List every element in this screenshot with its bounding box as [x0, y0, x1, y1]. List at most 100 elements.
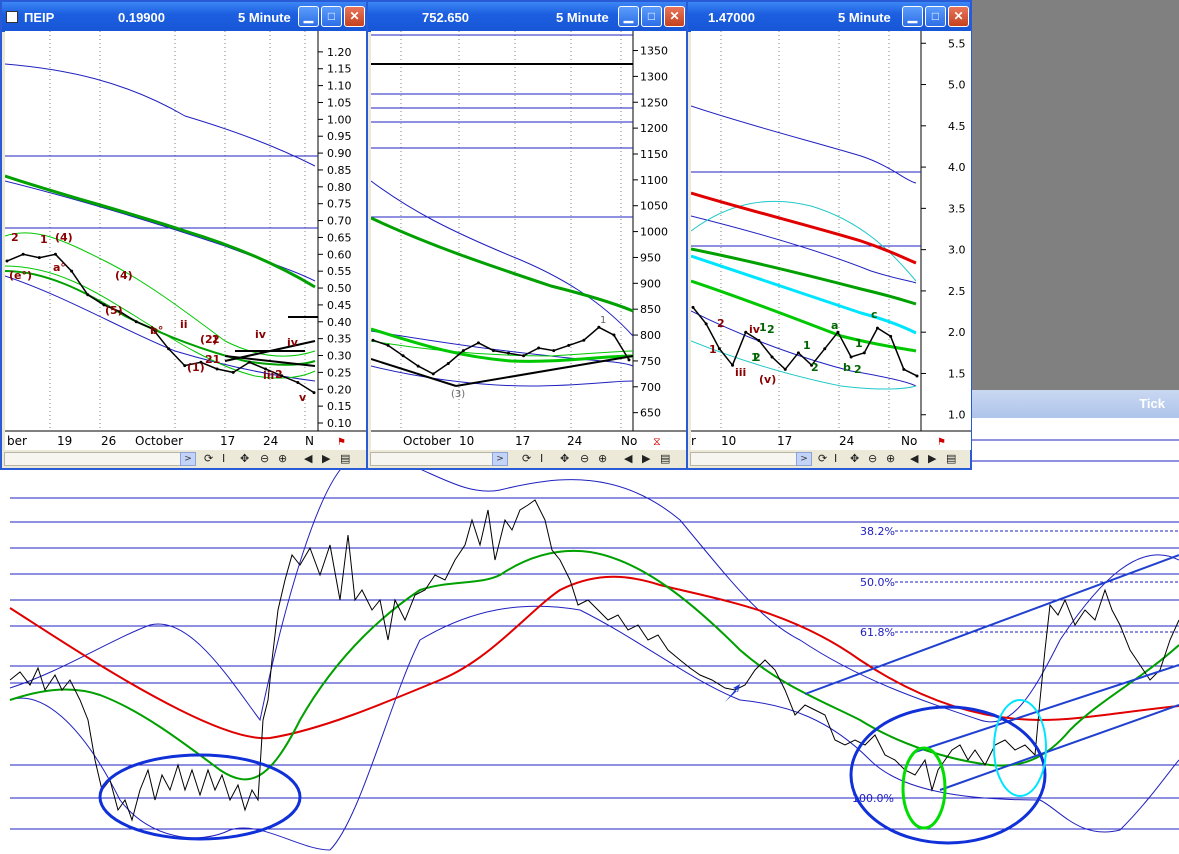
x-tick-label: No	[901, 434, 917, 448]
next-icon[interactable]: ▶	[322, 452, 330, 465]
scroll-right-button[interactable]: >	[180, 452, 196, 466]
main-tick-chart[interactable]: 38.2% 50.0% 61.8% 100.0%	[0, 418, 1179, 854]
window-2-chart[interactable]: 1350 1300 1250 1200 1150 1100 1050 1000 950 900 85…	[371, 31, 687, 450]
prev-icon[interactable]: ◀	[624, 452, 632, 465]
app-icon	[6, 11, 18, 23]
wave-label: v	[299, 391, 307, 404]
grid-icon[interactable]: ▤	[946, 452, 956, 465]
move-icon[interactable]: ✥	[850, 452, 859, 465]
refresh-icon[interactable]: ⟳	[818, 452, 827, 465]
wave-label: 21	[205, 353, 220, 366]
scroll-right-button[interactable]: >	[796, 452, 812, 466]
window-2-timeframe: 5 Minute	[556, 10, 609, 25]
y-tick-label: 1100	[640, 174, 668, 187]
wave-label: c	[871, 308, 878, 321]
y-tick-label: 4.0	[948, 161, 966, 174]
y-tick-label: 1.10	[327, 80, 352, 93]
zoom-in-icon[interactable]: ⊕	[886, 452, 895, 465]
maximize-button[interactable]: □	[321, 6, 342, 27]
y-tick-label: 0.65	[327, 231, 352, 244]
x-tick-label: r	[691, 434, 696, 448]
cursor-icon[interactable]: I	[222, 452, 225, 465]
y-tick-label: 750	[640, 355, 661, 368]
chart-window-1[interactable]: ΠΕΙΡ 0.19900 5 Minute ▁ □ ✕ 1.20 1.15 1.…	[0, 0, 370, 470]
wave-label: (v)	[759, 373, 776, 386]
prev-icon[interactable]: ◀	[304, 452, 312, 465]
chart-window-2[interactable]: 752.650 5 Minute ▁ □ ✕ 1350 1300 1250 12…	[366, 0, 688, 470]
wave-label: iii	[735, 366, 746, 379]
window-3-price: 1.47000	[708, 10, 755, 25]
x-tick-label: 24	[839, 434, 854, 448]
y-tick-label: 0.30	[327, 350, 352, 363]
wave-label: 2	[212, 333, 220, 346]
x-tick-label: ber	[7, 434, 27, 448]
desktop-background	[972, 0, 1179, 390]
window-2-scrollbar[interactable]: > ⟳ I ✥ ⊖ ⊕ ◀ ▶ ▤	[370, 450, 686, 468]
next-icon[interactable]: ▶	[928, 452, 936, 465]
zoom-in-icon[interactable]: ⊕	[278, 452, 287, 465]
wave-label: 1	[709, 343, 717, 356]
y-tick-label: 0.35	[327, 333, 352, 346]
fib-label-50: 50.0%	[860, 576, 895, 589]
wave-label: 1	[40, 233, 48, 246]
y-tick-label: 3.5	[948, 202, 966, 215]
cursor-icon[interactable]: I	[834, 452, 837, 465]
y-tick-label: 2.5	[948, 285, 966, 298]
next-icon[interactable]: ▶	[642, 452, 650, 465]
maximize-icon: □	[647, 9, 656, 23]
zoom-out-icon[interactable]: ⊖	[580, 452, 589, 465]
cursor-icon[interactable]: I	[540, 452, 543, 465]
highlight-ellipse-left	[98, 753, 302, 841]
x-tick-label: 19	[57, 434, 72, 448]
window-3-titlebar[interactable]: 1.47000 5 Minute ▁ □ ✕	[688, 2, 970, 32]
main-fast-ma	[9, 549, 1179, 781]
window-3-chart[interactable]: 5.5 5.0 4.5 4.0 3.5 3.0 2.5 2.0 1.5 1.0 r 10 17 24 No…	[691, 31, 971, 450]
main-trend-channels	[804, 554, 1179, 791]
scroll-right-button[interactable]: >	[492, 452, 508, 466]
scroll-right-icon: >	[496, 454, 504, 464]
y-tick-label: 1150	[640, 148, 668, 161]
y-tick-label: 1.20	[327, 46, 352, 59]
x-tick-label: 17	[220, 434, 235, 448]
chart-window-3[interactable]: 1.47000 5 Minute ▁ □ ✕ 5.5 5.0 4.5 4.0 3.5 3.…	[686, 0, 972, 470]
scroll-track[interactable]	[370, 452, 494, 466]
refresh-icon[interactable]: ⟳	[204, 452, 213, 465]
zoom-in-icon[interactable]: ⊕	[598, 452, 607, 465]
window-2-price: 752.650	[422, 10, 469, 25]
minimize-button[interactable]: ▁	[618, 6, 639, 27]
wave-label: a	[831, 319, 838, 332]
grid-icon[interactable]: ▤	[340, 452, 350, 465]
move-icon[interactable]: ✥	[240, 452, 249, 465]
move-icon[interactable]: ✥	[560, 452, 569, 465]
minimize-button[interactable]: ▁	[298, 6, 319, 27]
window-1-chart[interactable]: 1.20 1.15 1.10 1.05 1.00 0.95 0.90 0.85 0.80 0.75…	[5, 31, 368, 450]
prev-icon[interactable]: ◀	[910, 452, 918, 465]
main-upper-band	[9, 455, 1179, 723]
y-tick-label: 0.70	[327, 215, 352, 228]
zoom-out-icon[interactable]: ⊖	[260, 452, 269, 465]
refresh-icon[interactable]: ⟳	[522, 452, 531, 465]
window-1-scrollbar[interactable]: > ⟳ I ✥ ⊖ ⊕ ◀ ▶ ▤	[4, 450, 366, 468]
close-button[interactable]: ✕	[948, 6, 969, 27]
maximize-button[interactable]: □	[641, 6, 662, 27]
close-button[interactable]: ✕	[664, 6, 685, 27]
y-tick-label: 0.45	[327, 299, 352, 312]
close-button[interactable]: ✕	[344, 6, 365, 27]
x-tick-label: 24	[263, 434, 278, 448]
window-3-scrollbar[interactable]: > ⟳ I ✥ ⊖ ⊕ ◀ ▶ ▤	[690, 450, 970, 468]
window-1-titlebar[interactable]: ΠΕΙΡ 0.19900 5 Minute ▁ □ ✕	[2, 2, 368, 32]
minimize-button[interactable]: ▁	[902, 6, 923, 27]
scroll-track[interactable]	[690, 452, 798, 466]
maximize-button[interactable]: □	[925, 6, 946, 27]
zoom-out-icon[interactable]: ⊖	[868, 452, 877, 465]
y-tick-label: 0.15	[327, 400, 352, 413]
y-tick-label: 1050	[640, 200, 668, 213]
y-tick-label: 700	[640, 381, 661, 394]
close-icon: ✕	[669, 9, 680, 23]
y-tick-label: 800	[640, 329, 661, 342]
window-2-titlebar[interactable]: 752.650 5 Minute ▁ □ ✕	[368, 2, 686, 32]
scroll-track[interactable]	[4, 452, 182, 466]
main-horizontal-levels	[10, 439, 1179, 830]
grid-icon[interactable]: ▤	[660, 452, 670, 465]
wave-label: 1	[759, 321, 767, 334]
